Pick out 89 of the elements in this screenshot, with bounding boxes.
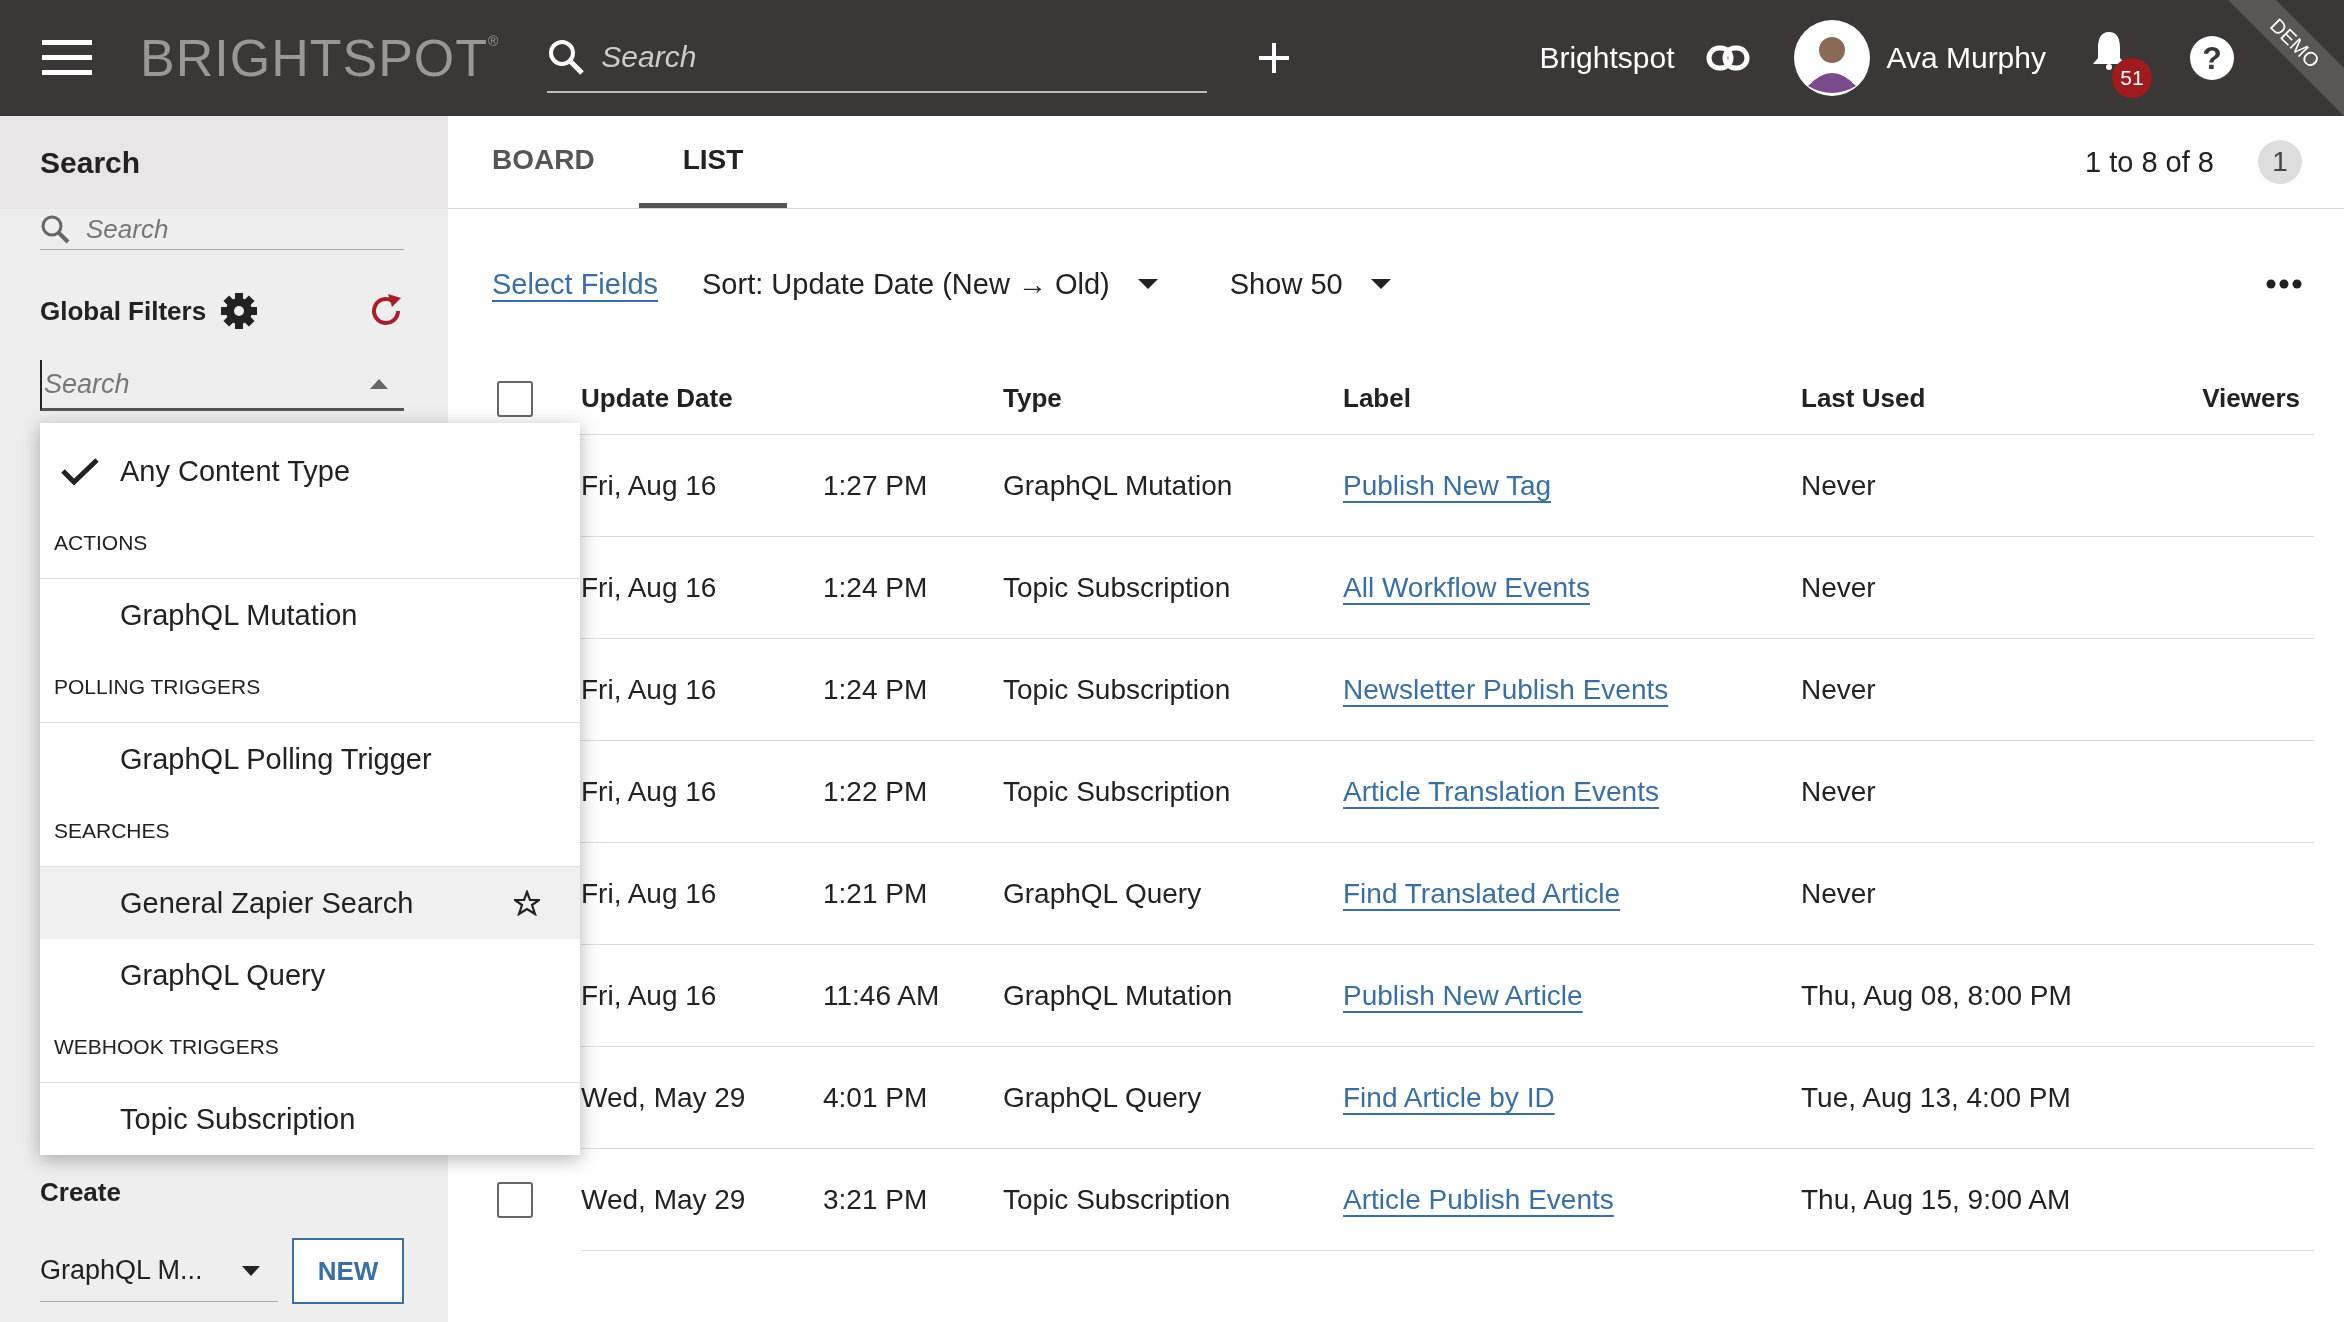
star-icon[interactable] xyxy=(514,890,540,916)
caret-icon xyxy=(1370,278,1391,290)
column-header[interactable]: Update Date xyxy=(581,383,733,414)
column-header[interactable]: Viewers xyxy=(2202,383,2300,414)
sort-dropdown[interactable]: Sort: Update Date (New → Old) xyxy=(702,267,1158,301)
table-cell: Wed, May 29 xyxy=(581,1183,746,1216)
dropdown-option[interactable]: Topic Subscription xyxy=(40,1083,580,1155)
notification-badge: 51 xyxy=(2112,58,2152,98)
column-header[interactable]: Last Used xyxy=(1801,383,1926,414)
checkbox[interactable] xyxy=(497,1182,533,1218)
dropdown-option[interactable]: General Zapier Search xyxy=(40,867,580,939)
checkbox[interactable] xyxy=(497,380,533,417)
label-link[interactable]: Article Publish Events xyxy=(1343,1183,1614,1216)
user-name[interactable]: Ava Murphy xyxy=(1886,41,2046,75)
table-cell: 1:27 PM xyxy=(823,469,928,502)
sidebar-title: Search xyxy=(0,116,448,209)
more-icon[interactable] xyxy=(2266,279,2302,289)
table-cell: Thu, Aug 15, 9:00 AM xyxy=(1801,1183,2071,1216)
label-link[interactable]: Publish New Article xyxy=(1343,979,1583,1012)
table-cell: Tue, Aug 13, 4:00 PM xyxy=(1801,1081,2071,1114)
table-cell: 1:22 PM xyxy=(823,775,928,808)
table-cell: Never xyxy=(1801,775,1876,808)
label-link[interactable]: All Workflow Events xyxy=(1343,571,1590,604)
table-cell: Fri, Aug 16 xyxy=(581,469,717,502)
table-cell: Topic Subscription xyxy=(1003,1183,1231,1216)
table-cell: 1:21 PM xyxy=(823,877,928,910)
table-cell: Wed, May 29 xyxy=(581,1081,746,1114)
table-cell: Topic Subscription xyxy=(1003,775,1231,808)
content-type-field[interactable]: Search xyxy=(42,367,370,401)
table-cell: Fri, Aug 16 xyxy=(581,877,717,910)
table-cell: Never xyxy=(1801,877,1876,910)
dropdown-option[interactable]: GraphQL Mutation xyxy=(40,579,580,651)
search-field[interactable]: Search xyxy=(84,212,404,246)
search-field[interactable]: Search xyxy=(599,39,1208,75)
link-icon[interactable] xyxy=(1706,45,1751,71)
table-cell: 1:24 PM xyxy=(823,571,928,604)
site-name[interactable]: Brightspot xyxy=(1539,41,1675,75)
label-link[interactable]: Find Translated Article xyxy=(1343,877,1621,910)
table-cell: Fri, Aug 16 xyxy=(581,571,717,604)
group-heading: WEBHOOK TRIGGERS xyxy=(40,1011,580,1083)
settings-icon[interactable] xyxy=(220,292,259,330)
page-size-dropdown[interactable]: Show 50 xyxy=(1229,267,1391,301)
label-link[interactable]: Find Article by ID xyxy=(1343,1081,1555,1114)
caret-icon xyxy=(1137,278,1158,290)
table-cell: Fri, Aug 16 xyxy=(581,673,717,706)
plus-icon[interactable] xyxy=(1259,43,1290,73)
table-cell: GraphQL Mutation xyxy=(1003,469,1233,502)
table-cell: 3:21 PM xyxy=(823,1183,928,1216)
brand-logo[interactable]: BRIGHTSPOT$^{®}$ xyxy=(140,28,500,88)
help-button[interactable]: ? xyxy=(2190,36,2234,80)
table-cell: GraphQL Mutation xyxy=(1003,979,1233,1012)
table-cell: 11:46 AM xyxy=(823,979,940,1012)
group-heading: POLLING TRIGGERS xyxy=(40,651,580,723)
section-title: Create xyxy=(40,1177,122,1208)
result-count: 1 to 8 of 8 xyxy=(2085,145,2214,179)
view-tab[interactable]: BOARD xyxy=(448,116,639,208)
section-title: Global Filters xyxy=(40,295,207,327)
group-heading: ACTIONS xyxy=(40,507,580,579)
page-number[interactable]: 1 xyxy=(2258,140,2302,184)
table-cell: 4:01 PM xyxy=(823,1081,928,1114)
type-select[interactable]: GraphQL M... xyxy=(40,1240,278,1302)
table-cell: Never xyxy=(1801,673,1876,706)
table-cell: Fri, Aug 16 xyxy=(581,979,717,1012)
label-link[interactable]: Publish New Tag xyxy=(1343,469,1552,502)
table-cell: Topic Subscription xyxy=(1003,673,1231,706)
caret-icon[interactable] xyxy=(370,377,388,391)
label-link[interactable]: Newsletter Publish Events xyxy=(1343,673,1669,706)
table-cell: Never xyxy=(1801,469,1876,502)
table-cell: Topic Subscription xyxy=(1003,571,1231,604)
new-button[interactable]: NEW xyxy=(292,1238,404,1304)
table-cell: GraphQL Query xyxy=(1003,877,1202,910)
table-cell: Fri, Aug 16 xyxy=(581,775,717,808)
avatar-icon[interactable] xyxy=(1794,20,1871,96)
table-cell: Thu, Aug 08, 8:00 PM xyxy=(1801,979,2072,1012)
column-header[interactable]: Type xyxy=(1003,383,1062,414)
search-icon xyxy=(40,214,70,244)
table-cell: Never xyxy=(1801,571,1876,604)
table-cell: GraphQL Query xyxy=(1003,1081,1202,1114)
label-link[interactable]: Article Translation Events xyxy=(1343,775,1659,808)
dropdown-option[interactable]: GraphQL Polling Trigger xyxy=(40,723,580,795)
dropdown-option[interactable]: GraphQL Query xyxy=(40,939,580,1011)
dropdown-option[interactable]: Any Content Type xyxy=(40,435,580,507)
select-fields-link[interactable]: Select Fields xyxy=(492,267,658,301)
search-icon xyxy=(547,38,586,76)
view-tab[interactable]: LIST xyxy=(638,116,788,208)
menu-icon[interactable] xyxy=(42,40,92,76)
caret-icon xyxy=(242,1264,260,1277)
table-cell: 1:24 PM xyxy=(823,673,928,706)
column-header[interactable]: Label xyxy=(1343,383,1411,414)
